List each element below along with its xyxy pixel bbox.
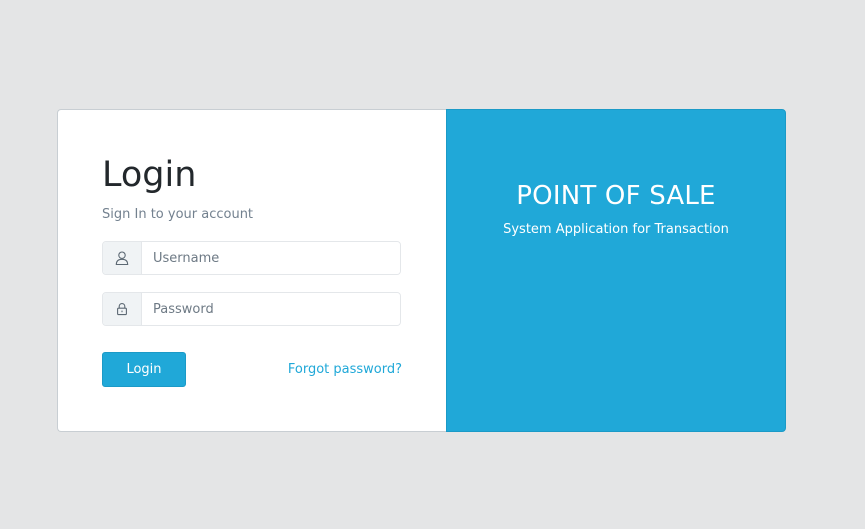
brand-card: POINT OF SALE System Application for Tra… [446,109,786,432]
lock-icon [103,293,142,325]
user-icon [103,242,142,274]
login-title: Login [102,155,197,195]
login-card: Login Sign In to your account Login [57,109,446,432]
login-card-group: Login Sign In to your account Login [57,109,787,432]
brand-title: POINT OF SALE [516,181,716,211]
forgot-password-link[interactable]: Forgot password? [288,362,402,378]
username-input-group [102,241,401,275]
login-button[interactable]: Login [102,352,186,387]
brand-subtitle: System Application for Transaction [503,222,729,237]
password-input-group [102,292,401,326]
password-input[interactable] [142,293,400,325]
login-subtitle: Sign In to your account [102,207,254,222]
username-input[interactable] [142,242,400,274]
